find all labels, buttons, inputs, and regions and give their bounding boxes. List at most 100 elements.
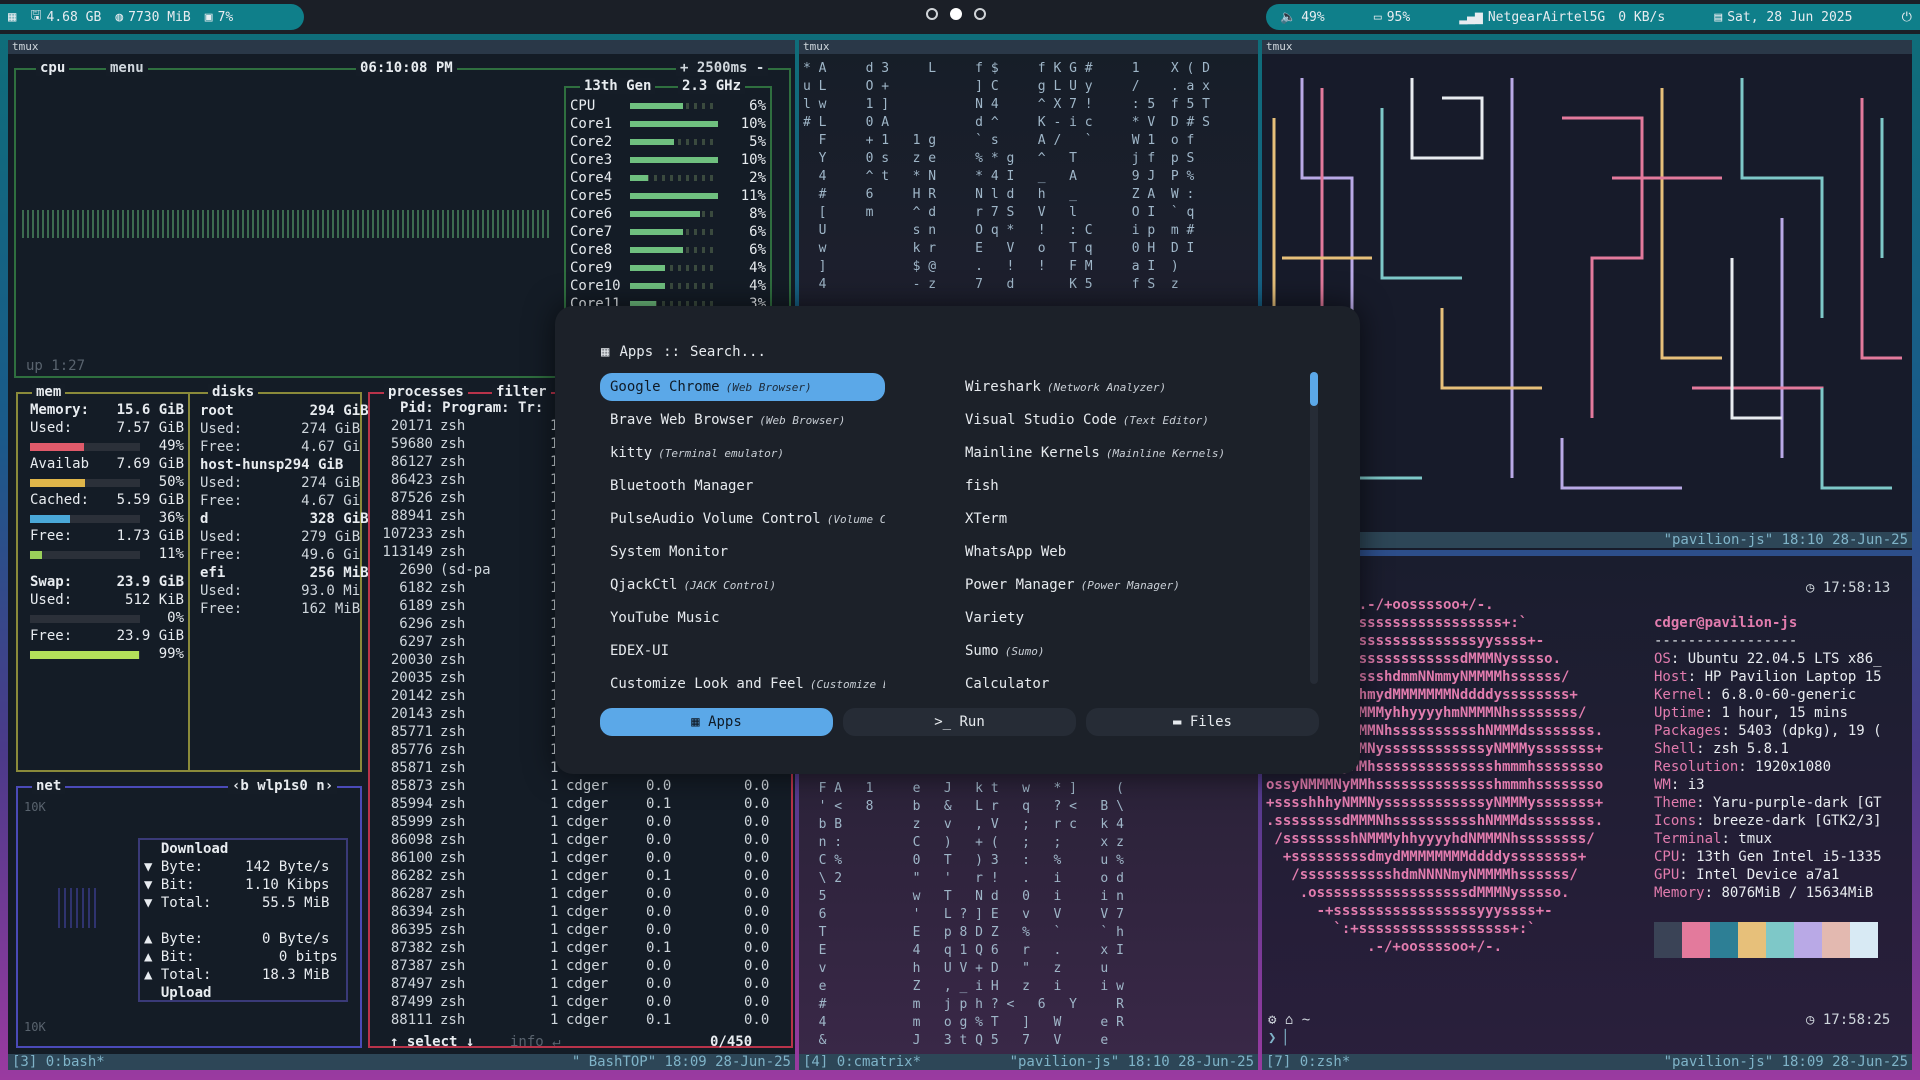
process-program: zsh	[440, 418, 466, 434]
app-item[interactable]: Calculator	[955, 670, 1240, 698]
app-name: Power Manager	[965, 577, 1075, 593]
tab-files[interactable]: ▬ Files	[1086, 708, 1319, 736]
app-item[interactable]: kitty (Terminal emulator)	[600, 439, 885, 467]
process-pid: 86423	[390, 472, 433, 488]
net-interface[interactable]: ‹b wlp1s0 n›	[228, 778, 338, 794]
app-item[interactable]: Variety	[955, 604, 1240, 632]
process-program: zsh	[440, 598, 466, 614]
update-interval[interactable]: + 2500ms -	[676, 60, 769, 76]
color-swatch	[1738, 922, 1766, 958]
tab-apps[interactable]: ▦ Apps	[600, 708, 833, 736]
mem-bar-fill	[30, 651, 139, 659]
cpu-core-bar	[630, 121, 718, 127]
app-item[interactable]: QjackCtl (JACK Control)	[600, 571, 885, 599]
cpu-core-name: Core9	[570, 260, 613, 276]
info-value: zsh 5.8.1	[1713, 741, 1789, 757]
mem-value: 5.59 GiB	[116, 492, 184, 508]
info-key: Host	[1654, 669, 1688, 685]
disk-icon: 🖫	[30, 8, 42, 23]
process-threads: 1	[550, 958, 559, 974]
filter-label[interactable]: filter	[492, 384, 551, 400]
app-item[interactable]: Bluetooth Manager	[600, 472, 885, 500]
disks-list: root 294 GiB Used: 274 GiB Free: 4.67 Gi ho…	[200, 402, 369, 618]
app-item[interactable]: Power Manager (Power Manager)	[955, 571, 1240, 599]
search-input[interactable]: Search...	[690, 344, 766, 360]
process-row[interactable]: 85994 zsh 1 cdger 0.1 0.0	[374, 796, 789, 814]
info-key: Uptime	[1654, 705, 1705, 721]
process-row[interactable]: 87387 zsh 1 cdger 0.0 0.0	[374, 958, 789, 976]
tab-run[interactable]: >_ Run	[843, 708, 1076, 736]
app-item[interactable]: Wireshark (Network Analyzer)	[955, 373, 1240, 401]
wifi[interactable]: ▂▄▆ NetgearAirtel5G 0 KB/s	[1459, 10, 1665, 25]
mem-label: mem	[32, 384, 66, 400]
scrollbar[interactable]	[1310, 372, 1318, 684]
process-row[interactable]: 86098 zsh 1 cdger 0.0 0.0	[374, 832, 789, 850]
process-row[interactable]: 86394 zsh 1 cdger 0.0 0.0	[374, 904, 789, 922]
disk-line: efi 256 MiB	[200, 565, 369, 581]
power-icon[interactable]: ⏻	[1902, 10, 1912, 25]
terminal-icon: >_	[934, 714, 960, 730]
volume[interactable]: 🔈 49%	[1280, 10, 1325, 25]
info-colon: :	[1704, 705, 1722, 721]
top-bar: ▦ 🖫4.68 GB ◍7730 MiB ▣7% ᛒ 🔈49% ▭95% ▂▄▆…	[0, 0, 1920, 34]
app-item[interactable]: Sumo (Sumo)	[955, 637, 1240, 665]
mem-pct: 11%	[158, 546, 184, 562]
process-row[interactable]: 88111 zsh 1 cdger 0.1 0.0	[374, 1012, 789, 1030]
process-row[interactable]: 85999 zsh 1 cdger 0.0 0.0	[374, 814, 789, 832]
process-pid: 85999	[390, 814, 433, 830]
process-threads: 1	[550, 976, 559, 992]
process-row[interactable]: 86395 zsh 1 cdger 0.0 0.0	[374, 922, 789, 940]
process-row[interactable]: 86287 zsh 1 cdger 0.0 0.0	[374, 886, 789, 904]
process-program: zsh	[440, 796, 466, 812]
process-row[interactable]: 85873 zsh 1 cdger 0.0 0.0	[374, 778, 789, 796]
app-launcher[interactable]: ▦ Apps :: Search... Google Chrome (Web Br…	[555, 306, 1360, 774]
info-key: Terminal	[1654, 831, 1722, 847]
process-row[interactable]: 86282 zsh 1 cdger 0.1 0.0	[374, 868, 789, 886]
app-item[interactable]: fish	[955, 472, 1240, 500]
scrollbar-thumb[interactable]	[1310, 372, 1318, 406]
cpu-core-bar-fill	[630, 175, 648, 181]
status-bar-right: 🔈 49% ▭ 95% ▂▄▆ NetgearAirtel5G 0 KB/s ▤ Sat,…	[1266, 4, 1920, 30]
mode-label: Apps	[619, 344, 654, 360]
menu-label[interactable]: menu	[106, 60, 148, 76]
mem-bar-row: 49%	[30, 438, 184, 456]
battery-icon: ▭	[1373, 9, 1382, 25]
app-item[interactable]: Brave Web Browser (Web Browser)	[600, 406, 885, 434]
info-colon: :	[1738, 759, 1756, 775]
apps-grid-icon[interactable]: ▦	[8, 9, 16, 25]
mem-row: Swap: 23.9 GiB	[30, 574, 184, 592]
info-value: HP Pavilion Laptop 15	[1704, 669, 1882, 685]
cpu-core-name: Core6	[570, 206, 613, 222]
mem-row: Free: 1.73 GiB	[30, 528, 184, 546]
app-item[interactable]: WhatsApp Web	[955, 538, 1240, 566]
select-label[interactable]: ↑ select ↓	[390, 1034, 474, 1050]
app-item[interactable]: System Monitor	[600, 538, 885, 566]
app-item[interactable]: Google Chrome (Web Browser)	[600, 373, 885, 401]
workspace-1[interactable]	[926, 8, 938, 20]
app-item[interactable]: EDEX-UI	[600, 637, 885, 665]
app-item[interactable]: PulseAudio Volume Control (Volume Control…	[600, 505, 885, 533]
app-name: Sumo	[965, 643, 999, 659]
mem-value: 15.6 GiB	[116, 402, 184, 418]
workspace-2[interactable]	[950, 8, 962, 20]
process-user: cdger	[566, 778, 609, 794]
workspace-3[interactable]	[974, 8, 986, 20]
app-name: Visual Studio Code	[965, 412, 1117, 428]
app-item[interactable]: Mainline Kernels (Mainline Kernels)	[955, 439, 1240, 467]
app-description: (Mainline Kernels)	[1105, 447, 1226, 460]
app-item[interactable]: Visual Studio Code (Text Editor)	[955, 406, 1240, 434]
process-row[interactable]: 86100 zsh 1 cdger 0.0 0.0	[374, 850, 789, 868]
app-item[interactable]: XTerm	[955, 505, 1240, 533]
mem-key: Availab	[30, 456, 90, 472]
process-pid: 88941	[390, 508, 433, 524]
mem-value: 23.9 GiB	[116, 574, 184, 590]
app-item[interactable]: Customize Look and Feel (Customize Look a…	[600, 670, 885, 698]
process-row[interactable]: 87382 zsh 1 cdger 0.1 0.0	[374, 940, 789, 958]
info-label[interactable]: info ↵	[510, 1034, 561, 1050]
process-row[interactable]: 87499 zsh 1 cdger 0.0 0.0	[374, 994, 789, 1012]
color-swatch	[1710, 922, 1738, 958]
process-row[interactable]: 87497 zsh 1 cdger 0.0 0.0	[374, 976, 789, 994]
command-line[interactable]: ❯ ▏	[1268, 1030, 1293, 1046]
app-item[interactable]: YouTube Music	[600, 604, 885, 632]
disk-line: Used: 279 GiB	[200, 529, 361, 545]
